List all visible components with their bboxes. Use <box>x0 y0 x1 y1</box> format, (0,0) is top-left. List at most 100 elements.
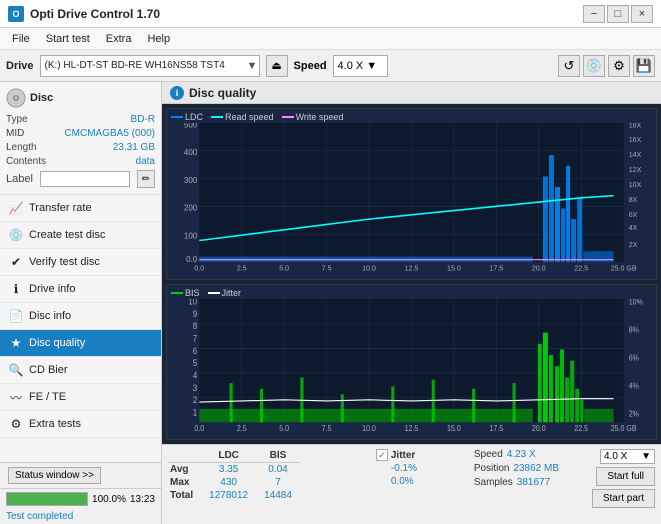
disc-quality-icon: ★ <box>8 335 24 351</box>
speed-selector[interactable]: 4.0 X ▼ <box>333 55 388 77</box>
svg-text:4%: 4% <box>629 381 640 390</box>
disc-section: Disc Type BD-R MID CMCMAGBA5 (000) Lengt… <box>0 82 161 195</box>
length-value: 23.31 GB <box>113 142 155 153</box>
svg-text:0.0: 0.0 <box>194 423 204 432</box>
avg-ldc: 3.35 <box>201 463 256 477</box>
disc-button[interactable]: 💿 <box>583 55 605 77</box>
menu-start-test[interactable]: Start test <box>38 31 98 47</box>
toolbar-icons: ↺ 💿 ⚙ 💾 <box>558 55 655 77</box>
nav-verify-test-disc-label: Verify test disc <box>29 256 100 268</box>
speed-select-value: 4.0 X <box>604 451 627 462</box>
svg-text:15.0: 15.0 <box>447 423 461 432</box>
speed-info-row: Speed 4.23 X <box>474 449 584 460</box>
svg-text:22.5: 22.5 <box>574 423 588 432</box>
svg-text:8X: 8X <box>629 195 638 204</box>
nav-cd-bier[interactable]: 🔍 CD Bier <box>0 357 161 384</box>
title-bar-left: O Opti Drive Control 1.70 <box>8 6 160 22</box>
svg-text:6X: 6X <box>629 210 638 219</box>
write-speed-legend-label: Write speed <box>296 112 344 122</box>
svg-text:10.0: 10.0 <box>362 423 376 432</box>
nav-verify-test-disc[interactable]: ✔ Verify test disc <box>0 249 161 276</box>
svg-text:17.5: 17.5 <box>490 423 504 432</box>
bis-legend: BIS <box>171 288 200 298</box>
minimize-button[interactable]: − <box>583 5 605 23</box>
samples-key: Samples <box>474 477 513 488</box>
start-part-button[interactable]: Start part <box>592 489 655 508</box>
samples-val: 381677 <box>517 477 550 488</box>
svg-text:7.5: 7.5 <box>322 423 332 432</box>
title-bar: O Opti Drive Control 1.70 − □ × <box>0 0 661 28</box>
svg-text:25.0 GB: 25.0 GB <box>611 423 637 432</box>
jitter-checkbox[interactable]: ✓ <box>376 449 388 461</box>
total-label: Total <box>168 489 201 502</box>
disc-quality-header: i Disc quality <box>162 82 661 104</box>
nav-drive-info[interactable]: ℹ Drive info <box>0 276 161 303</box>
jitter-section: ✓ Jitter -0.1% 0.0% <box>376 449 466 489</box>
start-full-button[interactable]: Start full <box>596 467 655 486</box>
ldc-chart-svg: 500 400 300 200 100 0.0 18X 16X 14X 12X … <box>169 123 654 273</box>
nav-extra-tests-label: Extra tests <box>29 418 81 430</box>
svg-text:10.0: 10.0 <box>362 263 376 272</box>
svg-text:6: 6 <box>193 345 198 356</box>
total-bis: 14484 <box>256 489 300 502</box>
bis-legend-label: BIS <box>185 288 200 298</box>
nav-disc-info-label: Disc info <box>29 310 71 322</box>
disc-section-title: Disc <box>30 92 53 104</box>
write-speed-legend: Write speed <box>282 112 344 122</box>
menu-help[interactable]: Help <box>139 31 178 47</box>
jitter-color <box>208 292 220 294</box>
nav-create-test-disc-label: Create test disc <box>29 229 105 241</box>
svg-text:500: 500 <box>184 123 198 129</box>
settings-button[interactable]: ⚙ <box>608 55 630 77</box>
svg-text:200: 200 <box>184 202 198 212</box>
save-button[interactable]: 💾 <box>633 55 655 77</box>
content-area: i Disc quality LDC Read speed <box>162 82 661 524</box>
nav-fe-te-label: FE / TE <box>29 391 66 403</box>
nav-disc-quality[interactable]: ★ Disc quality <box>0 330 161 357</box>
type-label: Type <box>6 114 28 125</box>
svg-text:12.5: 12.5 <box>405 423 419 432</box>
label-label: Label <box>6 173 33 185</box>
svg-text:22.5: 22.5 <box>574 263 588 272</box>
bis-chart-container: BIS Jitter <box>166 284 657 440</box>
menu-file[interactable]: File <box>4 31 38 47</box>
refresh-button[interactable]: ↺ <box>558 55 580 77</box>
fe-te-icon: 〰 <box>8 389 24 405</box>
svg-text:10%: 10% <box>629 299 643 307</box>
drive-dropdown-arrow: ▼ <box>247 60 255 72</box>
ldc-legend-label: LDC <box>185 112 203 122</box>
drive-value: (K:) HL-DT-ST BD-RE WH16NS58 TST4 <box>45 60 244 71</box>
mid-label: MID <box>6 128 24 139</box>
mid-value: CMCMAGBA5 (000) <box>64 128 155 139</box>
svg-text:7: 7 <box>193 333 198 344</box>
nav-create-test-disc[interactable]: 💿 Create test disc <box>0 222 161 249</box>
nav-extra-tests[interactable]: ⚙ Extra tests <box>0 411 161 438</box>
action-section: 4.0 X ▼ Start full Start part <box>592 449 655 508</box>
close-button[interactable]: × <box>631 5 653 23</box>
nav-transfer-rate[interactable]: 📈 Transfer rate <box>0 195 161 222</box>
svg-text:2.5: 2.5 <box>237 423 247 432</box>
transfer-rate-icon: 📈 <box>8 200 24 216</box>
speed-select-box[interactable]: 4.0 X ▼ <box>600 449 655 464</box>
status-window-button[interactable]: Status window >> <box>8 467 101 484</box>
ldc-color <box>171 116 183 118</box>
cd-bier-icon: 🔍 <box>8 362 24 378</box>
nav-disc-info[interactable]: 📄 Disc info <box>0 303 161 330</box>
svg-text:6%: 6% <box>629 353 640 362</box>
label-edit-button[interactable]: ✏ <box>137 170 155 188</box>
maximize-button[interactable]: □ <box>607 5 629 23</box>
window-controls[interactable]: − □ × <box>583 5 653 23</box>
progress-section: 100.0% 13:23 <box>0 488 161 509</box>
label-input[interactable] <box>40 171 130 187</box>
menu-extra[interactable]: Extra <box>98 31 140 47</box>
nav-fe-te[interactable]: 〰 FE / TE <box>0 384 161 411</box>
eject-button[interactable]: ⏏ <box>266 55 288 77</box>
stats-table: LDC BIS Avg 3.35 0.04 Max 430 <box>168 449 368 502</box>
svg-text:2.5: 2.5 <box>237 263 247 272</box>
stats-row-avg: Avg 3.35 0.04 <box>168 463 300 477</box>
length-label: Length <box>6 142 37 153</box>
drive-selector[interactable]: (K:) HL-DT-ST BD-RE WH16NS58 TST4 ▼ <box>40 55 260 77</box>
svg-text:8: 8 <box>193 320 198 331</box>
drive-info-icon: ℹ <box>8 281 24 297</box>
ldc-legend: LDC <box>171 112 203 122</box>
